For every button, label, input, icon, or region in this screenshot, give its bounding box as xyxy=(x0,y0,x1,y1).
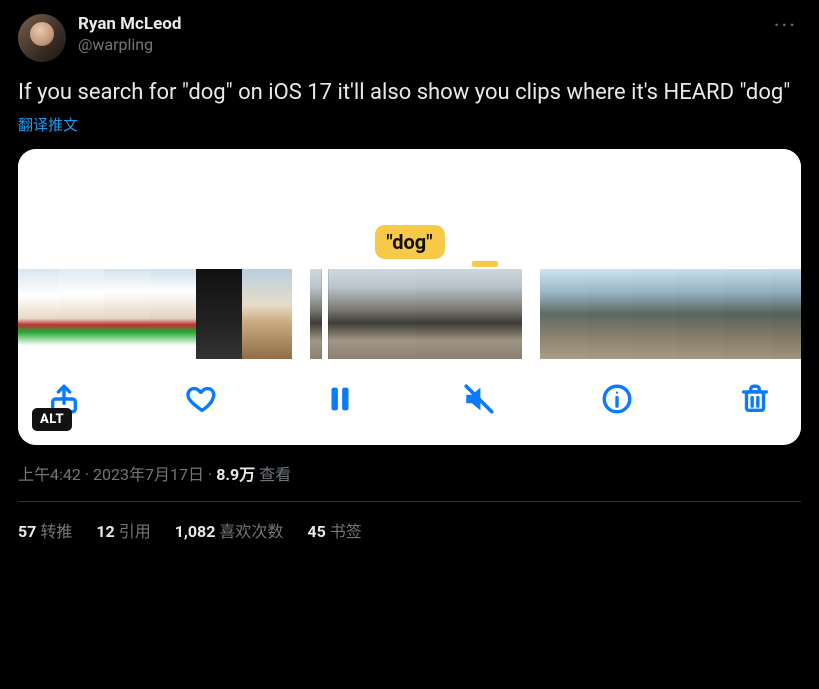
quote-count: 12 xyxy=(96,522,114,541)
thumbnail xyxy=(242,269,292,359)
translate-link[interactable]: 翻译推文 xyxy=(18,114,801,135)
like-label: 喜欢次数 xyxy=(219,522,283,541)
filmstrip[interactable] xyxy=(18,269,801,359)
retweet-label: 转推 xyxy=(40,522,72,541)
clip-cluster-3[interactable] xyxy=(540,269,801,359)
info-icon[interactable] xyxy=(597,379,637,419)
tweet-stats: 57转推 12 引用 1,082喜欢次数 45 书签 xyxy=(18,502,801,542)
thumbnail xyxy=(104,269,150,359)
handle: @warpling xyxy=(78,35,770,55)
thumbnail xyxy=(196,269,242,359)
display-name: Ryan McLeod xyxy=(78,14,770,34)
more-button[interactable]: ··· xyxy=(770,14,801,39)
trash-icon[interactable] xyxy=(735,379,775,419)
thumbnail xyxy=(58,269,104,359)
time[interactable]: 上午4:42 xyxy=(18,465,81,484)
quotes-stat[interactable]: 12 引用 xyxy=(96,518,150,542)
thumbnail xyxy=(770,269,801,359)
tooltip-tail xyxy=(472,261,498,267)
views-count: 8.9万 xyxy=(216,465,255,484)
thumbnail xyxy=(632,269,678,359)
views-label: 查看 xyxy=(259,465,291,484)
clip-cluster-2[interactable] xyxy=(310,269,522,359)
search-tooltip: "dog" xyxy=(374,225,444,259)
pause-icon[interactable] xyxy=(320,379,360,419)
thumbnail xyxy=(678,269,724,359)
media-toolbar xyxy=(18,359,801,445)
likes-stat[interactable]: 1,082喜欢次数 xyxy=(175,518,284,542)
clip-cluster-1[interactable] xyxy=(18,269,292,359)
like-count: 1,082 xyxy=(175,522,216,541)
tweet-container: Ryan McLeod @warpling ··· If you search … xyxy=(0,0,819,542)
thumbnail xyxy=(150,269,196,359)
heart-icon[interactable] xyxy=(182,379,222,419)
tweet-header: Ryan McLeod @warpling ··· xyxy=(18,14,801,62)
alt-badge[interactable]: ALT xyxy=(32,408,72,431)
playhead[interactable] xyxy=(322,269,328,359)
quote-label: 引用 xyxy=(119,522,151,541)
media-top: "dog" xyxy=(18,149,801,269)
bookmarks-stat[interactable]: 45 书签 xyxy=(307,518,361,542)
bookmark-label: 书签 xyxy=(330,522,362,541)
thumbnail xyxy=(18,269,58,359)
author-names[interactable]: Ryan McLeod @warpling xyxy=(78,14,770,55)
date[interactable]: 2023年7月17日 xyxy=(93,465,204,484)
mute-icon[interactable] xyxy=(459,379,499,419)
bookmark-count: 45 xyxy=(307,522,325,541)
thumbnail xyxy=(586,269,632,359)
avatar[interactable] xyxy=(18,14,66,62)
tweet-text: If you search for "dog" on iOS 17 it'll … xyxy=(18,78,801,108)
thumbnail xyxy=(540,269,586,359)
tweet-meta: 上午4:42·2023年7月17日·8.9万 查看 xyxy=(18,461,801,485)
thumbnail xyxy=(724,269,770,359)
retweet-count: 57 xyxy=(18,522,36,541)
retweets-stat[interactable]: 57转推 xyxy=(18,518,72,542)
thumbnail xyxy=(416,269,522,359)
media-card[interactable]: "dog" xyxy=(18,149,801,445)
